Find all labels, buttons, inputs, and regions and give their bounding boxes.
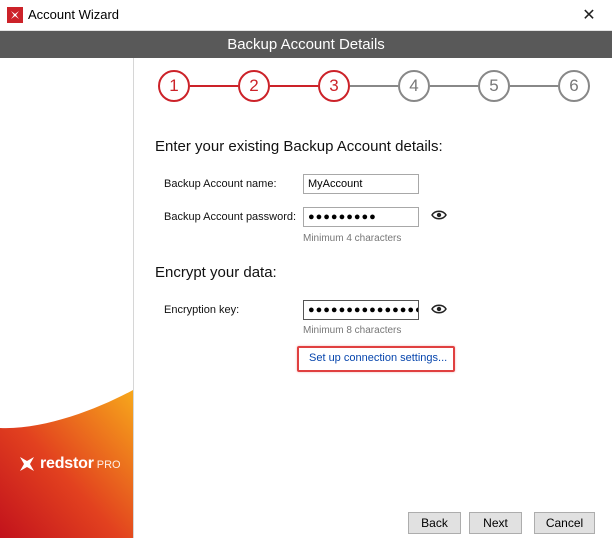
brand-logo: redstor PRO bbox=[18, 455, 121, 473]
brand-panel: redstor PRO bbox=[0, 58, 134, 538]
step-2: 2 bbox=[238, 70, 270, 102]
account-name-label: Backup Account name: bbox=[164, 178, 277, 190]
step-connector bbox=[190, 85, 238, 87]
account-name-value: MyAccount bbox=[308, 178, 363, 190]
redstor-mark-icon bbox=[20, 457, 34, 471]
step-connector bbox=[270, 85, 318, 87]
account-section-heading: Enter your existing Backup Account detai… bbox=[155, 138, 443, 155]
eye-icon[interactable] bbox=[431, 209, 447, 221]
account-password-input[interactable]: ●●●●●●●●● bbox=[303, 207, 419, 227]
step-4: 4 bbox=[398, 70, 430, 102]
step-1: 1 bbox=[158, 70, 190, 102]
step-3: 3 bbox=[318, 70, 350, 102]
account-password-label: Backup Account password: bbox=[164, 211, 297, 223]
close-button[interactable]: ✕ bbox=[566, 0, 612, 30]
brand-suffix: PRO bbox=[96, 459, 121, 471]
step-connector bbox=[510, 85, 558, 87]
next-button[interactable]: Next bbox=[469, 512, 522, 534]
encryption-key-input[interactable]: ●●●●●●●●●●●●●●●● bbox=[303, 300, 419, 320]
account-name-input[interactable]: MyAccount bbox=[303, 174, 419, 194]
encrypt-section-heading: Encrypt your data: bbox=[155, 264, 277, 281]
step-connector bbox=[430, 85, 478, 87]
redstor-logo-icon bbox=[7, 7, 23, 23]
back-button[interactable]: Back bbox=[408, 512, 461, 534]
encryption-key-hint: Minimum 8 characters bbox=[303, 325, 402, 336]
encryption-key-value: ●●●●●●●●●●●●●●●● bbox=[308, 304, 419, 316]
brand-name: redstor bbox=[40, 455, 94, 472]
step-connector bbox=[350, 85, 398, 87]
step-indicator: 1 2 3 4 5 6 bbox=[155, 70, 595, 102]
account-password-value: ●●●●●●●●● bbox=[308, 211, 377, 223]
step-5: 5 bbox=[478, 70, 510, 102]
title-bar: Account Wizard ✕ bbox=[0, 0, 612, 31]
step-6: 6 bbox=[558, 70, 590, 102]
password-hint: Minimum 4 characters bbox=[303, 233, 402, 244]
close-icon: ✕ bbox=[582, 7, 596, 24]
page-title: Backup Account Details bbox=[227, 36, 385, 53]
page-header: Backup Account Details bbox=[0, 31, 612, 58]
cancel-button[interactable]: Cancel bbox=[534, 512, 595, 534]
eye-icon[interactable] bbox=[431, 303, 447, 315]
encryption-key-label: Encryption key: bbox=[164, 304, 240, 316]
window-title: Account Wizard bbox=[28, 7, 120, 22]
connection-settings-link[interactable]: Set up connection settings... bbox=[309, 352, 447, 364]
